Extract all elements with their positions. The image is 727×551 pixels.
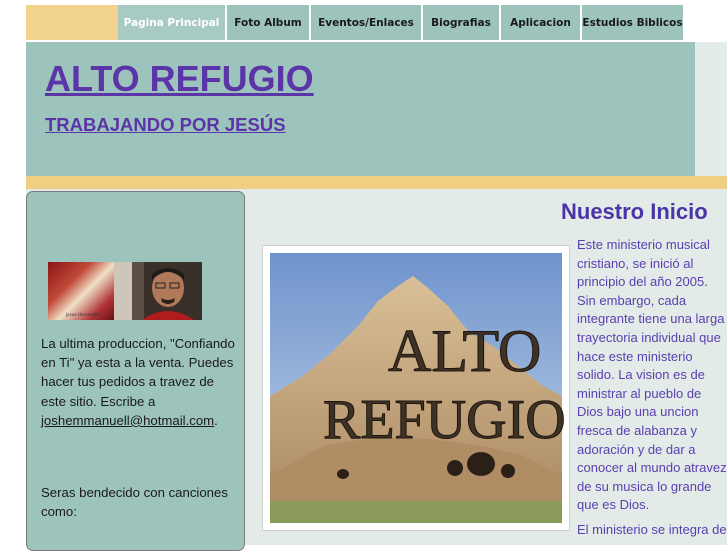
blessing-text: Seras bendecido con canciones como: <box>41 485 228 520</box>
email-link[interactable]: joshemmanuell@hotmail.com <box>41 413 214 428</box>
tab-eventos-enlaces[interactable]: Eventos/Enlaces <box>311 5 421 40</box>
album-images: Josue Hernandez <box>48 262 202 320</box>
intro-paragraph-1: Este ministerio musical cristiano, se in… <box>577 237 727 513</box>
promo-paragraph: La ultima produccion, "Confiando en Ti" … <box>41 334 237 430</box>
album-cover-image: Josue Hernandez <box>48 262 114 320</box>
section-title: Nuestro Inicio <box>561 199 708 224</box>
image-title-line1: ALTO <box>388 318 541 384</box>
site-subtitle[interactable]: TRABAJANDO POR JESÚS <box>45 114 286 136</box>
intro-text: Este ministerio musical cristiano, se in… <box>577 236 727 546</box>
rock-formation-image: ALTO REFUGIO <box>270 253 566 523</box>
intro-paragraph-2: El ministerio se integra de <box>577 521 727 537</box>
tab-estudios-biblicos[interactable]: Estudios Biblicos <box>582 5 683 40</box>
gold-divider-bar <box>26 176 727 189</box>
alto-refugio-image: ALTO REFUGIO <box>262 245 570 531</box>
tab-foto-album[interactable]: Foto Album <box>227 5 309 40</box>
email-suffix: . <box>214 412 218 428</box>
artist-portrait-icon <box>114 262 202 320</box>
tab-aplicacion[interactable]: Aplicacion <box>501 5 580 40</box>
promo-text: La ultima produccion, "Confiando en Ti" … <box>41 336 235 409</box>
site-header: ALTO REFUGIO TRABAJANDO POR JESÚS <box>26 42 695 176</box>
tab-biografias[interactable]: Biografias <box>423 5 499 40</box>
main-nav: Pagina Principal Foto Album Eventos/Enla… <box>118 5 685 40</box>
tab-pagina-principal[interactable]: Pagina Principal <box>118 5 225 40</box>
image-title-line2: REFUGIO <box>323 389 566 451</box>
site-title[interactable]: ALTO REFUGIO <box>45 58 314 100</box>
artist-photo <box>114 262 202 320</box>
blessing-paragraph: Seras bendecido con canciones como: <box>41 483 237 521</box>
header-right-edge <box>695 42 727 176</box>
top-accent-strip <box>26 5 118 40</box>
